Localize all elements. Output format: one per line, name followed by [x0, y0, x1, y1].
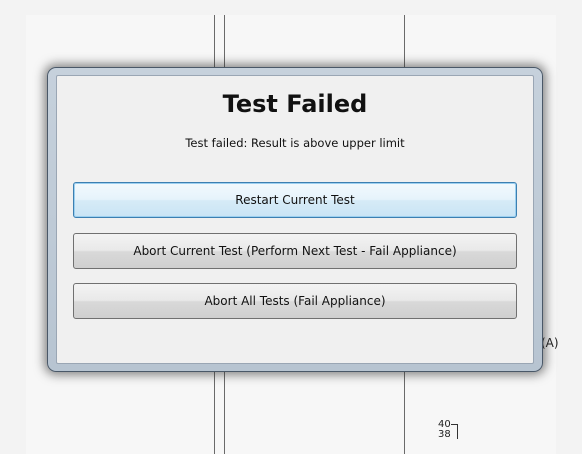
- abort-all-tests-button[interactable]: Abort All Tests (Fail Appliance): [73, 283, 517, 319]
- test-failed-dialog: Test Failed Test failed: Result is above…: [47, 67, 543, 372]
- dialog-title: Test Failed: [222, 90, 368, 118]
- dialog-message: Test failed: Result is above upper limit: [185, 136, 405, 150]
- dialog-body: Test Failed Test failed: Result is above…: [56, 75, 534, 364]
- unit-label: (A): [541, 336, 559, 350]
- mini-chart-axis: 40 38: [438, 420, 458, 440]
- axis-tick-label: 38: [438, 429, 451, 440]
- axis-bracket: [451, 424, 458, 439]
- restart-current-test-button[interactable]: Restart Current Test: [73, 182, 517, 218]
- abort-current-test-button[interactable]: Abort Current Test (Perform Next Test - …: [73, 233, 517, 269]
